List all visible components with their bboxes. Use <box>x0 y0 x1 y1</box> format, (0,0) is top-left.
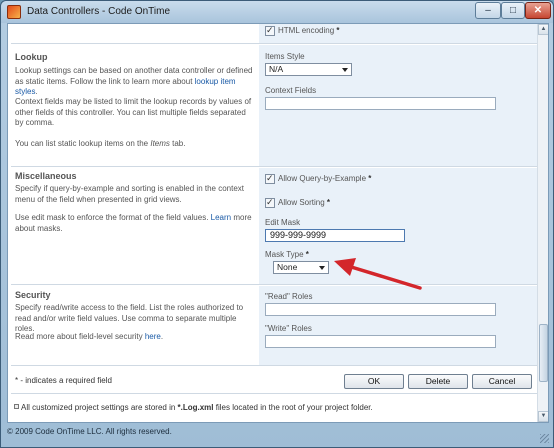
required-marker: * <box>368 174 372 183</box>
lookup-desc-1: Lookup settings can be based on another … <box>15 66 253 98</box>
section-lookup: Lookup Lookup settings can be based on a… <box>11 45 538 167</box>
security-desc-2-end: . <box>160 332 164 341</box>
note-bullet-icon <box>14 404 19 409</box>
red-arrow-annotation <box>334 258 422 290</box>
items-style-select[interactable]: N/A <box>265 63 352 76</box>
scrollbar-thumb[interactable] <box>539 324 548 382</box>
allow-qbe-label: Allow Query-by-Example <box>278 174 367 183</box>
lookup-title: Lookup <box>15 52 48 62</box>
learn-more-masks-link[interactable]: Learn <box>211 213 231 222</box>
edit-mask-label: Edit Mask <box>265 218 301 227</box>
html-encoding-checkbox[interactable] <box>265 25 275 36</box>
maximize-button[interactable]: □ <box>501 2 525 19</box>
mask-type-value: None <box>277 262 298 272</box>
allow-sorting-label: Allow Sorting <box>278 198 325 207</box>
field-security-link[interactable]: here <box>145 332 161 341</box>
security-title: Security <box>15 290 51 300</box>
form-content: HTML encoding * Lookup Lookup settings c… <box>8 24 538 422</box>
misc-desc-2: Use edit mask to enforce the format of t… <box>15 213 253 234</box>
note-text-a: All customized project settings are stor… <box>21 403 178 412</box>
chevron-down-icon <box>319 266 325 270</box>
window-title: Data Controllers - Code OnTime <box>27 6 171 17</box>
section-top: HTML encoding * <box>11 24 538 44</box>
section-security: Security Specify read/write access to th… <box>11 286 538 366</box>
lookup-desc-2: Context fields may be listed to limit th… <box>15 97 252 127</box>
misc-desc-2-text: Use edit mask to enforce the format of t… <box>15 213 211 222</box>
scroll-up-icon[interactable]: ▲ <box>538 24 548 35</box>
status-copyright: © 2009 Code OnTime LLC. All rights reser… <box>7 427 172 436</box>
allow-sorting-checkbox[interactable] <box>265 197 275 208</box>
read-roles-label: "Read" Roles <box>265 292 313 301</box>
write-roles-input[interactable] <box>265 335 496 348</box>
app-icon <box>7 5 21 19</box>
resize-grip-icon[interactable] <box>540 434 549 443</box>
minimize-button[interactable]: – <box>475 2 501 19</box>
security-desc-2-text: Read more about field-level security <box>15 332 145 341</box>
lookup-desc-3-text: You can list static lookup items on the <box>15 139 151 148</box>
security-desc-2: Read more about field-level security her… <box>15 332 253 343</box>
items-style-label: Items Style <box>265 52 305 61</box>
scroll-down-icon[interactable]: ▼ <box>538 411 548 422</box>
ok-button[interactable]: OK <box>344 374 404 389</box>
context-fields-input[interactable] <box>265 97 496 110</box>
section-miscellaneous: Miscellaneous Specify if query-by-exampl… <box>11 168 538 285</box>
cancel-button[interactable]: Cancel <box>472 374 532 389</box>
read-roles-input[interactable] <box>265 303 496 316</box>
settings-note: All customized project settings are stor… <box>11 395 538 419</box>
note-text-c: files located in the root of your projec… <box>213 403 373 412</box>
html-encoding-label: HTML encoding <box>278 26 335 35</box>
required-marker: * <box>336 26 340 35</box>
title-bar: Data Controllers - Code OnTime – □ ✕ <box>1 1 553 23</box>
security-desc-1: Specify read/write access to the field. … <box>15 303 244 333</box>
edit-mask-input[interactable]: 999-999-9999 <box>265 229 405 242</box>
mask-type-label: Mask Type <box>265 250 304 259</box>
chevron-down-icon <box>342 68 348 72</box>
delete-button[interactable]: Delete <box>408 374 468 389</box>
lookup-desc-1-end: . <box>35 87 38 96</box>
required-field-note: * - indicates a required field <box>15 376 112 385</box>
mask-type-select[interactable]: None <box>273 261 329 274</box>
note-filename: *.Log.xml <box>177 403 214 412</box>
dialog-client: HTML encoding * Lookup Lookup settings c… <box>7 23 549 423</box>
lookup-desc-3-end: tab. <box>169 139 186 148</box>
write-roles-label: "Write" Roles <box>265 324 312 333</box>
misc-title: Miscellaneous <box>15 171 77 181</box>
vertical-scrollbar[interactable]: ▲ ▼ <box>537 24 548 422</box>
dialog-window: Data Controllers - Code OnTime – □ ✕ HTM… <box>0 0 554 448</box>
misc-desc-1: Specify if query-by-example and sorting … <box>15 184 245 204</box>
form-footer: * - indicates a required field OK Delete… <box>11 367 538 394</box>
required-marker: * <box>326 198 331 207</box>
items-style-value: N/A <box>269 64 284 74</box>
lookup-desc-3: You can list static lookup items on the … <box>15 139 253 150</box>
context-fields-label: Context Fields <box>265 86 317 95</box>
close-button[interactable]: ✕ <box>525 2 551 19</box>
required-marker: * <box>305 250 309 259</box>
allow-qbe-checkbox[interactable] <box>265 173 275 184</box>
items-tab-ref: Items <box>150 139 170 148</box>
